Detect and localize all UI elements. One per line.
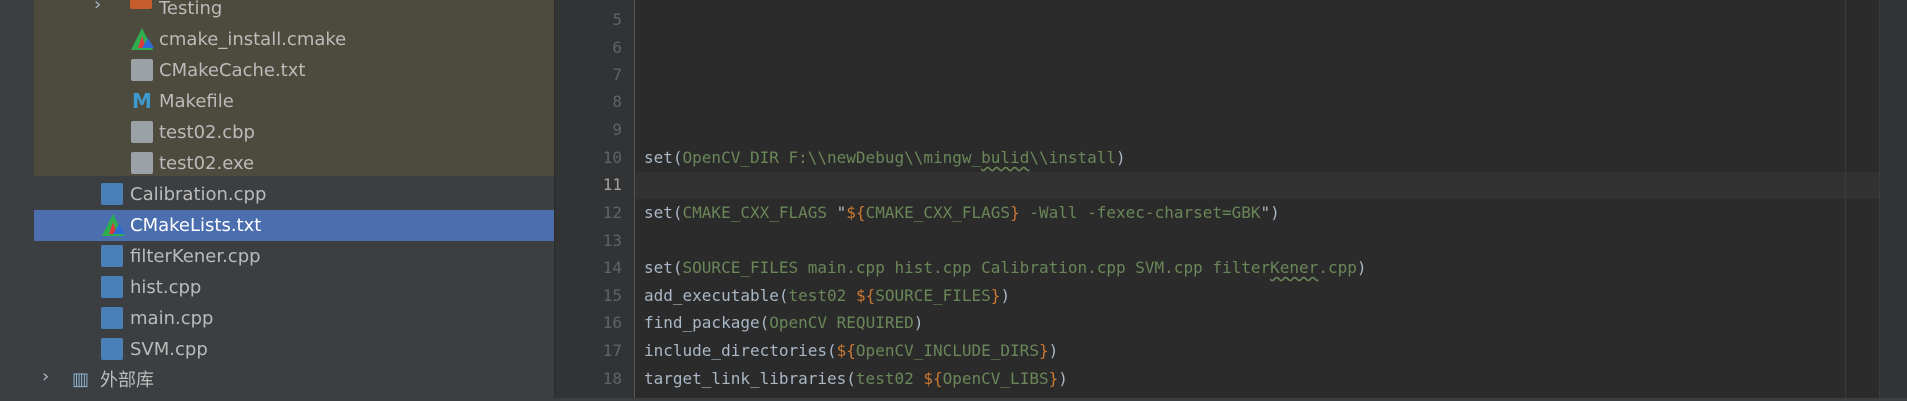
line-number-gutter: 5 6 7 8 9 10 11 12 13 14 15 16 17 18 [555, 0, 634, 401]
tree-item-label: test02.exe [159, 153, 255, 174]
folder-icon [130, 0, 152, 9]
line-number: 12 [602, 203, 622, 222]
tree-item-cmakecache[interactable]: CMakeCache.txt [34, 55, 554, 86]
project-tree[interactable]: › Testing cmake_install.cmake CMakeCache… [34, 0, 554, 401]
tree-item-label: main.cpp [130, 308, 214, 329]
chevron-right-icon[interactable]: › [94, 0, 101, 15]
tree-item-label: CMakeCache.txt [159, 60, 306, 81]
library-icon: ▥ [72, 369, 90, 390]
tree-item-test02-exe[interactable]: test02.exe [34, 148, 554, 179]
tree-item-label: cmake_install.cmake [159, 29, 347, 50]
cpp-file-icon [101, 276, 123, 298]
code-line-15[interactable]: add_executable(test02 ${SOURCE_FILES}) [644, 285, 1010, 307]
tree-item-testing[interactable]: › Testing [34, 0, 554, 24]
cmake-icon [131, 28, 154, 50]
tree-item-label: CMakeLists.txt [130, 215, 262, 236]
code-line-12[interactable]: set(CMAKE_CXX_FLAGS "${CMAKE_CXX_FLAGS} … [644, 202, 1280, 224]
tree-item-external-libraries[interactable]: › ▥ 外部库 [34, 365, 554, 396]
line-number-current: 11 [602, 175, 622, 194]
tree-item-makefile[interactable]: M Makefile [34, 86, 554, 117]
right-margin-guide [1845, 0, 1846, 401]
cpp-file-icon [101, 307, 123, 329]
line-number: 15 [602, 286, 622, 305]
makefile-icon: M [132, 89, 152, 113]
code-line-18[interactable]: target_link_libraries(test02 ${OpenCV_LI… [644, 368, 1068, 390]
tree-item-cmake-install[interactable]: cmake_install.cmake [34, 24, 554, 55]
tree-item-filterkener-cpp[interactable]: filterKener.cpp [34, 241, 554, 272]
tree-item-cmakelists[interactable]: CMakeLists.txt [34, 210, 554, 241]
tree-item-label: filterKener.cpp [130, 246, 261, 267]
line-number: 10 [602, 148, 622, 167]
cpp-file-icon [101, 245, 123, 267]
tree-item-label: Testing [159, 0, 223, 19]
tool-window-strip [0, 0, 34, 401]
line-number: 18 [602, 369, 622, 388]
current-line-highlight [635, 172, 1879, 199]
code-line-14[interactable]: set(SOURCE_FILES main.cpp hist.cpp Calib… [644, 257, 1366, 279]
line-number: 16 [602, 313, 622, 332]
tree-item-label: Makefile [159, 91, 234, 112]
line-number: 7 [612, 65, 622, 84]
tree-item-label: 外部库 [100, 370, 154, 391]
code-line-17[interactable]: include_directories(${OpenCV_INCLUDE_DIR… [644, 340, 1058, 362]
text-settings-file-icon [131, 59, 153, 81]
code-line-10[interactable]: set(OpenCV_DIR F:\\newDebug\\mingw_bulid… [644, 147, 1126, 169]
tree-item-label: test02.cbp [159, 122, 255, 143]
line-number: 5 [612, 10, 622, 29]
line-number: 9 [612, 120, 622, 139]
tree-item-label: Calibration.cpp [130, 184, 267, 205]
file-icon [131, 121, 153, 143]
line-number: 14 [602, 258, 622, 277]
editor-scrollbar[interactable] [1879, 0, 1907, 401]
tree-item-label: hist.cpp [130, 277, 202, 298]
chevron-right-icon[interactable]: › [42, 366, 49, 387]
cmake-icon [102, 214, 125, 236]
code-line-16[interactable]: find_package(OpenCV REQUIRED) [644, 312, 923, 334]
tree-item-svm-cpp[interactable]: SVM.cpp [34, 334, 554, 365]
cpp-file-icon [101, 338, 123, 360]
cpp-file-icon [101, 183, 123, 205]
tree-item-calibration-cpp[interactable]: Calibration.cpp [34, 179, 554, 210]
line-number: 6 [612, 38, 622, 57]
line-number: 13 [602, 231, 622, 250]
unknown-file-icon [131, 152, 153, 174]
line-number: 17 [602, 341, 622, 360]
code-editor[interactable]: set(OpenCV_DIR F:\\newDebug\\mingw_bulid… [635, 0, 1907, 401]
tree-item-hist-cpp[interactable]: hist.cpp [34, 272, 554, 303]
tree-item-test02-cbp[interactable]: test02.cbp [34, 117, 554, 148]
line-number: 8 [612, 92, 622, 111]
tree-item-label: SVM.cpp [130, 339, 208, 360]
tree-item-main-cpp[interactable]: main.cpp [34, 303, 554, 334]
